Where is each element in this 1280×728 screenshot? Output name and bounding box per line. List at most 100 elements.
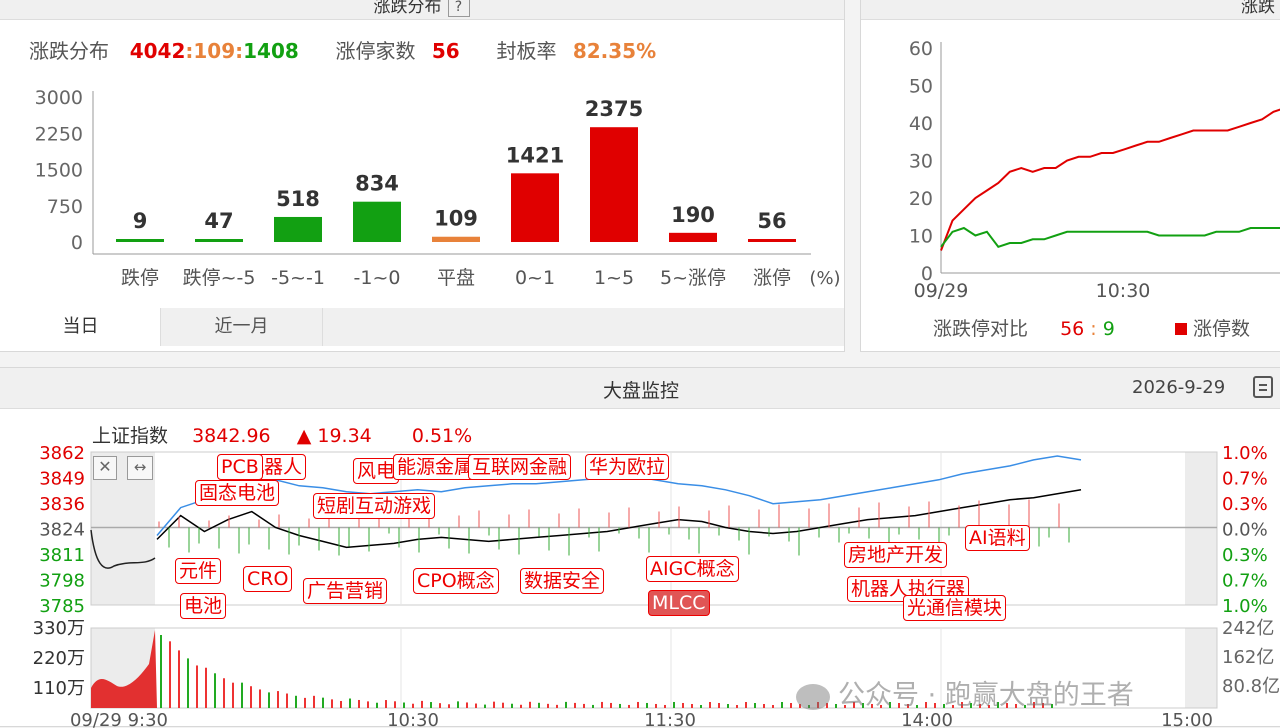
limit-down-line (940, 226, 1280, 248)
tag-data-security[interactable]: 数据安全 (520, 568, 605, 594)
x-tick-label: 5~涨停 (660, 267, 726, 289)
tab-bar-fill (323, 308, 844, 346)
tag-battery[interactable]: 电池 (180, 593, 227, 619)
bar (274, 216, 322, 242)
tag-pcb[interactable]: PCB (217, 454, 263, 480)
ratio-down: 9 (1102, 318, 1115, 340)
unit-label: (%) (809, 268, 840, 289)
bar (116, 239, 164, 242)
x-tick-label: 10:30 (1096, 280, 1151, 302)
y-tick-label-left: 3862 (39, 443, 85, 464)
y-tick-label-left: 3849 (39, 469, 85, 490)
tag-aigc[interactable]: AIGC概念 (646, 556, 739, 582)
tag-optical-module[interactable]: 光通信模块 (903, 595, 1007, 621)
ratio-up: 56 (1060, 318, 1085, 340)
y-tick-label-right: 0.7% (1222, 571, 1268, 592)
volume-tick-right: 162亿 (1222, 647, 1274, 668)
x-tick-label: 11:30 (644, 710, 696, 728)
tag-energy-metal[interactable]: 能源金属 (393, 454, 478, 480)
y-tick-label: 20 (909, 188, 933, 210)
wechat-icon (796, 683, 830, 710)
bar (432, 236, 480, 242)
y-tick-label: 40 (909, 113, 933, 135)
volume-tick-left: 110万 (33, 678, 85, 699)
x-tick-label: 14:00 (901, 710, 953, 728)
tag-mlcc[interactable]: MLCC (648, 590, 710, 616)
x-tick-label: 0~1 (515, 267, 555, 289)
bar (511, 173, 559, 242)
bar-value-label: 47 (204, 209, 233, 233)
tag-short-drama[interactable]: 短剧互动游戏 (313, 493, 436, 519)
limit-compare-panel: 涨跌 60 50 40 30 20 10 0 09/29 10:30 涨跌停对比 56 : 9 … (860, 0, 1280, 352)
bar (353, 201, 401, 242)
x-tick-label: 09/29 (914, 280, 969, 302)
y-tick-label-right: 1.0% (1222, 443, 1268, 464)
tab-today[interactable]: 当日 (1, 308, 161, 346)
tag-cpo[interactable]: CPO概念 (413, 568, 499, 594)
tag-advertising[interactable]: 广告营销 (303, 578, 388, 604)
bar-value-label: 190 (671, 203, 715, 227)
x-tick-label: 跌停~-5 (183, 267, 256, 289)
y-tick-label-left: 3836 (39, 494, 85, 515)
volume-tick-right: 242亿 (1222, 618, 1274, 639)
limit-up-line (940, 108, 1280, 251)
y-tick-label: 3000 (35, 87, 83, 109)
y-tick-label: 750 (47, 196, 83, 218)
x-tick-label: -1~0 (354, 267, 401, 289)
tag-ai-corpus[interactable]: AI语料 (965, 525, 1030, 551)
watermark-text: 公众号 · 跑赢大盘的王者 (838, 680, 1134, 711)
index-line (156, 489, 1082, 549)
y-tick-label: 0 (71, 232, 83, 254)
market-monitor-panel: 大盘监控 2026-9-29 上证指数 3842.96 ▲ 19.34 0.51… (0, 367, 1280, 728)
x-tick-label: 1~5 (594, 267, 634, 289)
bar (195, 239, 243, 242)
x-tick-label: 跌停 (121, 267, 159, 289)
legend-label: 涨停数 (1192, 318, 1250, 340)
x-tick-label: 09/29 9:30 (70, 710, 168, 728)
post-market-shade (1185, 452, 1217, 605)
y-tick-label: 60 (909, 38, 933, 60)
y-tick-label-right: 1.0% (1222, 596, 1268, 617)
bar-value-label: 109 (434, 207, 478, 231)
tag-real-estate[interactable]: 房地产开发 (844, 542, 948, 568)
volume-post-shade (1185, 628, 1217, 708)
bar-value-label: 834 (355, 172, 399, 196)
y-tick-label: 50 (909, 76, 933, 98)
y-tick-label: 30 (909, 151, 933, 173)
tag-internet-finance[interactable]: 互联网金融 (468, 454, 572, 480)
y-tick-label-right: 0.0% (1222, 520, 1268, 541)
expand-icon[interactable]: ↔ (127, 456, 153, 480)
tab-month[interactable]: 近一月 (161, 308, 323, 346)
bar-value-label: 2375 (585, 97, 643, 121)
limit-line-chart: 605040302010009/29 10:30 (909, 38, 1280, 302)
x-tick-label: 15:00 (1161, 710, 1213, 728)
bar (748, 239, 796, 242)
bar-value-label: 56 (757, 209, 786, 233)
bar-value-label: 518 (276, 187, 320, 211)
zoom-box-icon[interactable]: ✕ (93, 456, 117, 480)
ratio-row: 涨跌停对比 56 : 9 涨停数 (933, 314, 1250, 341)
volume-tick-left: 330万 (33, 618, 85, 639)
tag-cro[interactable]: CRO (243, 566, 293, 592)
ratio-label: 涨跌停对比 (933, 318, 1029, 340)
y-tick-label-right: 0.3% (1222, 494, 1268, 515)
tag-solid-battery[interactable]: 固态电池 (195, 480, 280, 506)
y-tick-label-right: 0.3% (1222, 545, 1268, 566)
x-tick-label: 涨停 (753, 267, 791, 289)
y-tick-label-right: 0.7% (1222, 469, 1268, 490)
distribution-panel: 涨跌分布? 涨跌分布 4042:109:1408 涨停家数 56 封板率 82.… (0, 0, 845, 352)
bar-value-label: 9 (133, 209, 148, 233)
distribution-bar-chart: 3000 2250 1500 750 0 9 跌停 47 跌停~-5 518 -5~-1 834 -1~… (35, 87, 841, 289)
volume-tick-right: 80.8亿 (1222, 676, 1280, 697)
x-tick-label: 10:30 (387, 710, 439, 728)
bar (669, 232, 717, 242)
ratio-sep: : (1090, 318, 1097, 340)
tag-huawei-euler[interactable]: 华为欧拉 (585, 454, 670, 480)
tag-component[interactable]: 元件 (175, 558, 222, 584)
x-tick-label: -5~-1 (271, 267, 325, 289)
y-tick-label: 1500 (35, 160, 83, 182)
y-tick-label: 2250 (35, 123, 83, 145)
x-tick-label: 平盘 (437, 267, 475, 289)
bar-value-label: 1421 (506, 143, 564, 167)
bar (590, 127, 638, 242)
